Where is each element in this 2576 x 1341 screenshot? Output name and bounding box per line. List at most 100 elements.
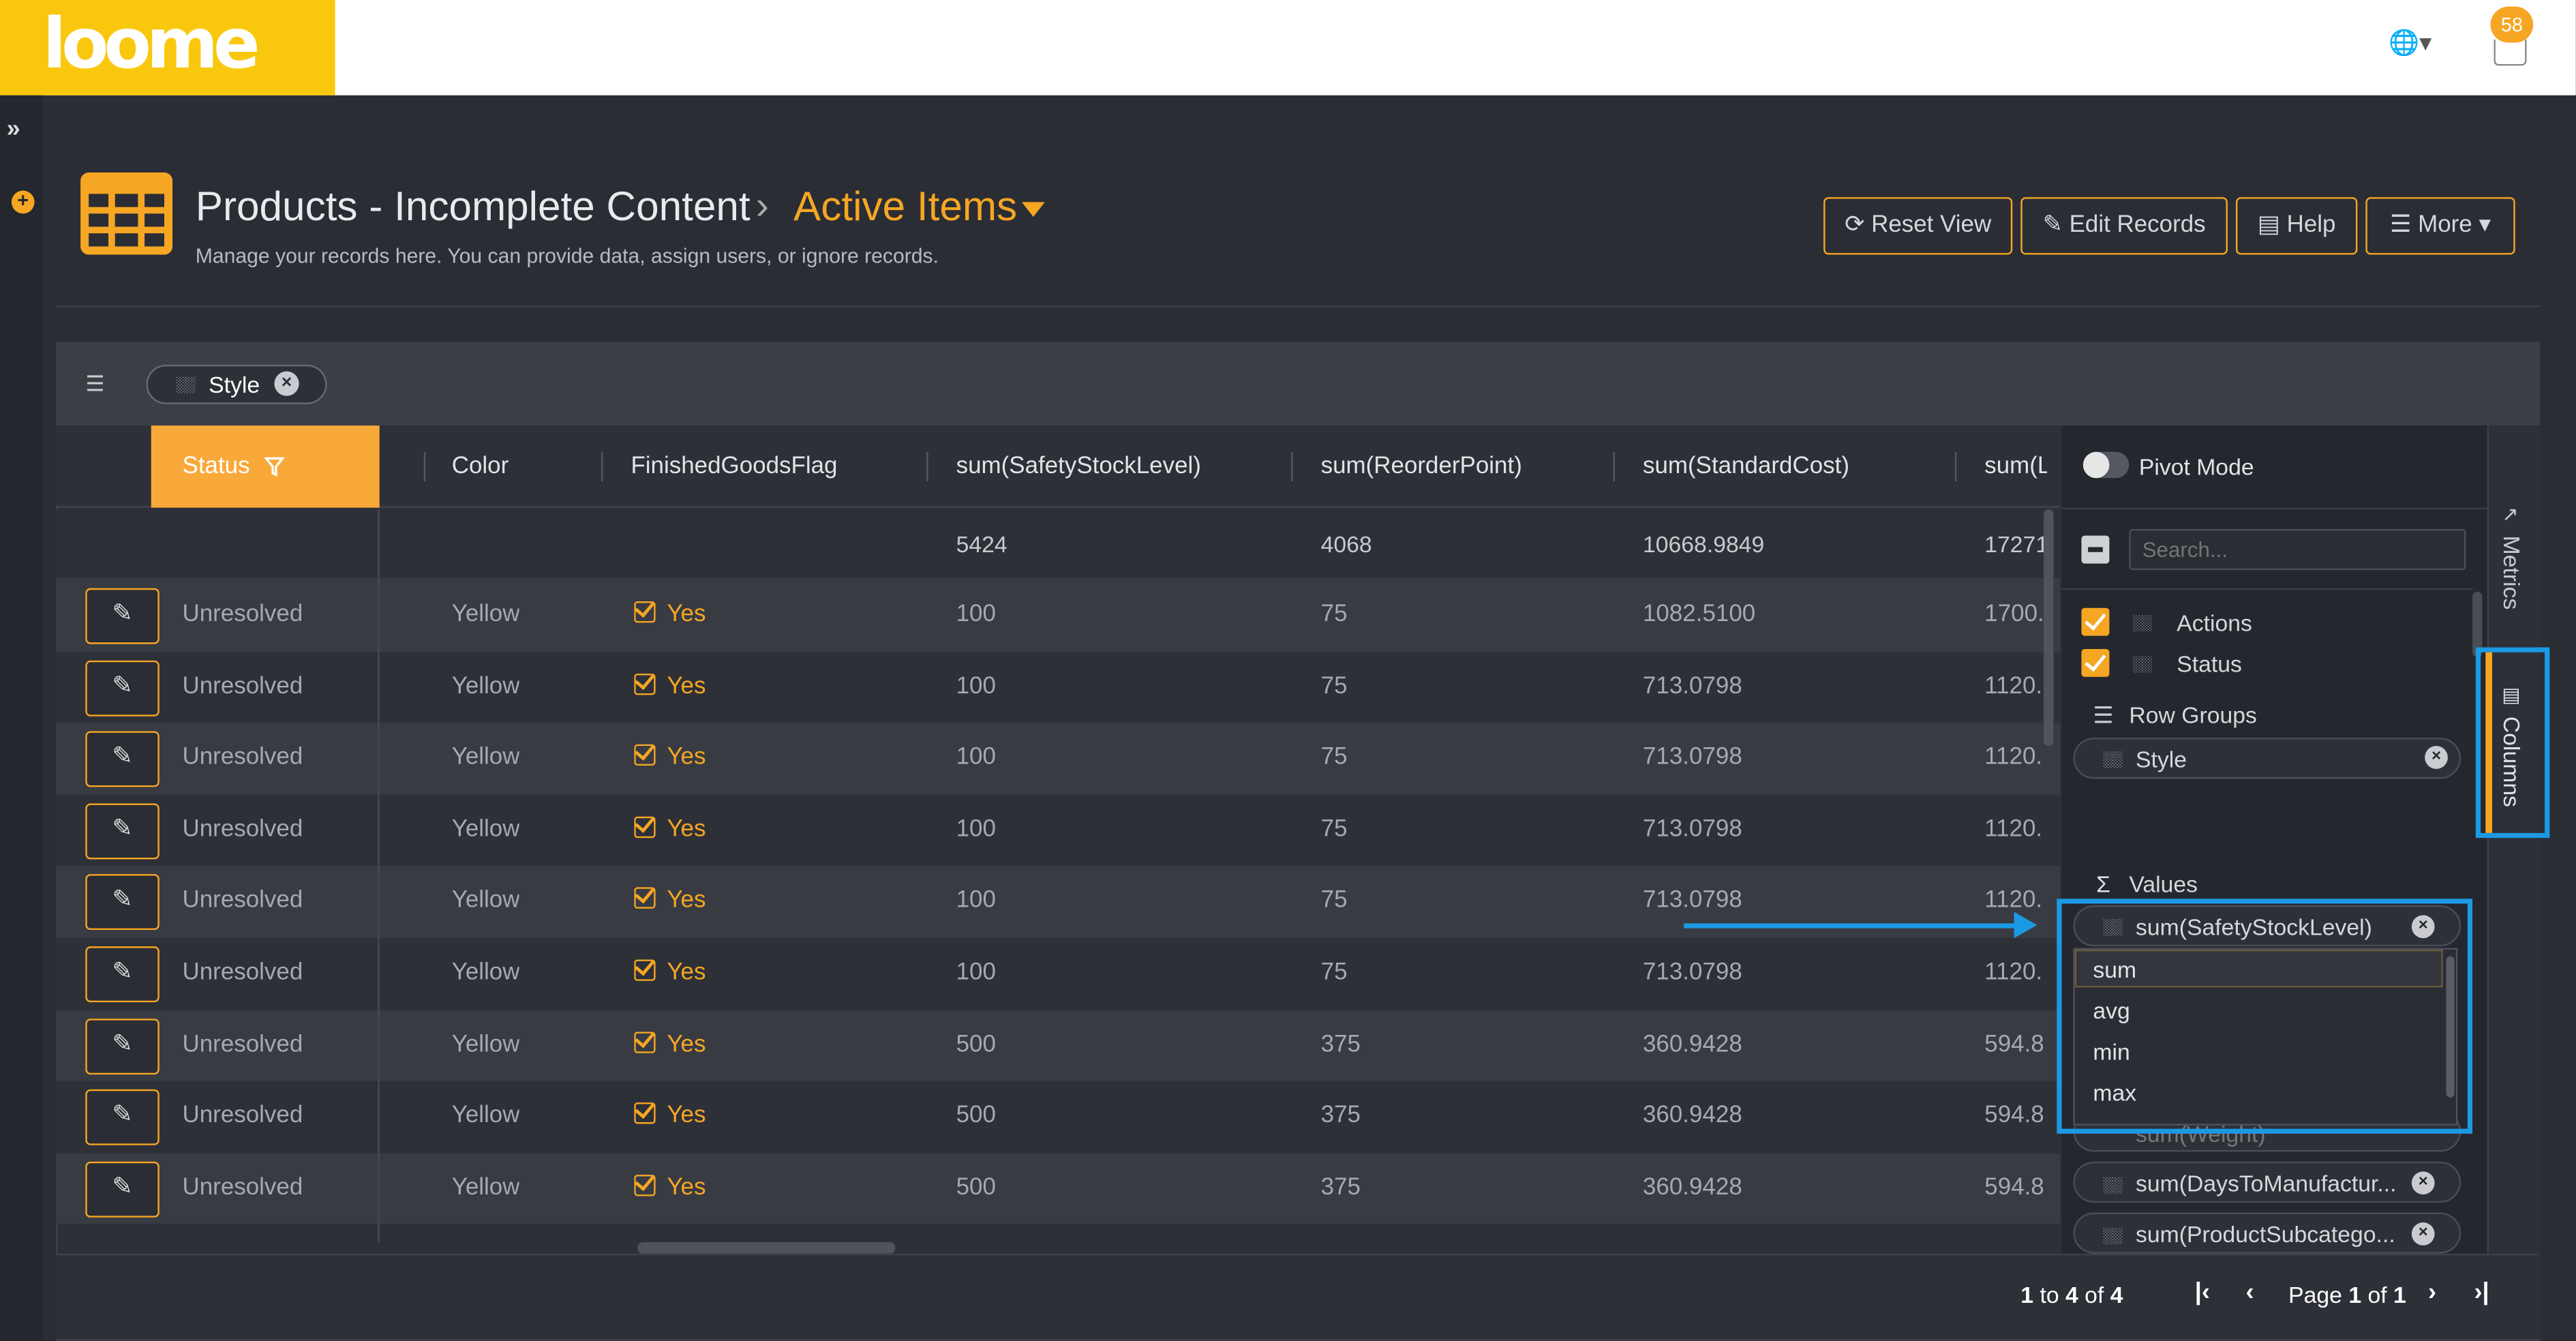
cell-listprice[interactable]: 594.8 [1984, 1081, 2047, 1153]
cell-finishedgoodsflag[interactable]: Yes [634, 723, 706, 795]
cell-listprice[interactable]: 1120. [1984, 795, 2047, 867]
column-header-color[interactable]: Color [452, 425, 509, 508]
remove-row-group-icon[interactable]: × [2425, 746, 2448, 769]
cell-status[interactable]: Unresolved [183, 938, 303, 1010]
pencil-icon[interactable]: ✎ [85, 1089, 159, 1145]
drag-handle-icon[interactable]: ░░ [2103, 751, 2122, 767]
language-globe-icon[interactable]: 🌐▾ [2389, 28, 2444, 64]
column-item-actions[interactable]: Actions [2177, 609, 2252, 636]
remove-group-icon[interactable]: × [274, 371, 299, 396]
column-checkbox-status[interactable] [2081, 648, 2110, 677]
reset-view-button[interactable]: ⟳ Reset View [1823, 197, 2013, 255]
cell-finishedgoodsflag[interactable]: Yes [634, 867, 706, 938]
cell-status[interactable]: Unresolved [183, 795, 303, 867]
chart-line-icon[interactable]: ↗ [2502, 502, 2525, 526]
pencil-icon[interactable]: ✎ [85, 660, 159, 716]
help-button[interactable]: ▤ Help [2236, 197, 2358, 255]
cell-finishedgoodsflag[interactable]: Yes [634, 580, 706, 652]
cell-color[interactable]: Yellow [452, 1081, 520, 1153]
cell-status[interactable]: Unresolved [183, 723, 303, 795]
cell-standardcost[interactable]: 713.0798 [1643, 652, 1742, 723]
cell-safetystocklevel[interactable]: 100 [956, 938, 996, 1010]
cell-reorderpoint[interactable]: 75 [1321, 723, 1348, 795]
cell-safetystocklevel[interactable]: 100 [956, 723, 996, 795]
cell-reorderpoint[interactable]: 375 [1321, 1153, 1361, 1224]
cell-safetystocklevel[interactable]: 500 [956, 1081, 996, 1153]
column-checkbox-actions[interactable] [2081, 607, 2110, 636]
cell-safetystocklevel[interactable]: 100 [956, 580, 996, 652]
caret-down-icon[interactable] [1022, 202, 1045, 217]
tab-metrics[interactable]: Metrics [2499, 536, 2526, 610]
grid-horizontal-scrollbar[interactable] [637, 1241, 896, 1254]
cell-standardcost[interactable]: 360.9428 [1643, 1153, 1742, 1224]
cell-reorderpoint[interactable]: 75 [1321, 938, 1348, 1010]
cell-finishedgoodsflag[interactable]: Yes [634, 1153, 706, 1224]
column-header-listprice[interactable]: sum(Li [1984, 425, 2047, 508]
cell-standardcost[interactable]: 1082.5100 [1643, 580, 1755, 652]
notification-count-badge[interactable]: 58 [2490, 6, 2534, 43]
cell-color[interactable]: Yellow [452, 867, 520, 938]
cell-reorderpoint[interactable]: 75 [1321, 867, 1348, 938]
pencil-icon[interactable]: ✎ [85, 588, 159, 644]
drag-handle-icon[interactable]: ░░ [2103, 1177, 2122, 1193]
column-header-standardcost[interactable]: sum(StandardCost) [1643, 425, 1849, 508]
pencil-icon[interactable]: ✎ [85, 946, 159, 1002]
grid-vertical-scrollbar[interactable] [2044, 509, 2054, 747]
edit-records-button[interactable]: ✎ Edit Records [2020, 197, 2228, 255]
cell-listprice[interactable]: 1120. [1984, 652, 2047, 723]
cell-standardcost[interactable]: 360.9428 [1643, 1081, 1742, 1153]
cell-finishedgoodsflag[interactable]: Yes [634, 795, 706, 867]
cell-standardcost[interactable]: 713.0798 [1643, 723, 1742, 795]
cell-listprice[interactable]: 594.8 [1984, 1010, 2047, 1081]
previous-page-icon[interactable]: ‹ [2245, 1278, 2254, 1306]
cell-status[interactable]: Unresolved [183, 867, 303, 938]
cell-safetystocklevel[interactable]: 100 [956, 795, 996, 867]
column-header-safetystocklevel[interactable]: sum(SafetyStockLevel) [956, 425, 1201, 508]
cell-standardcost[interactable]: 713.0798 [1643, 938, 1742, 1010]
next-page-icon[interactable]: › [2428, 1278, 2436, 1306]
column-header-reorderpoint[interactable]: sum(ReorderPoint) [1321, 425, 1522, 508]
cell-reorderpoint[interactable]: 75 [1321, 652, 1348, 723]
cell-status[interactable]: Unresolved [183, 1010, 303, 1081]
cell-listprice[interactable]: 1120. [1984, 723, 2047, 795]
column-resize-handle[interactable] [1954, 451, 1957, 482]
cell-listprice[interactable]: 594.8 [1984, 1153, 2047, 1224]
filter-icon[interactable] [264, 457, 284, 477]
view-selector[interactable]: Active Items [793, 184, 1017, 232]
column-resize-handle[interactable] [926, 451, 928, 482]
cell-finishedgoodsflag[interactable]: Yes [634, 1010, 706, 1081]
row-group-pill-style[interactable] [2073, 738, 2461, 779]
cell-finishedgoodsflag[interactable]: Yes [634, 652, 706, 723]
cell-color[interactable]: Yellow [452, 1010, 520, 1081]
cell-finishedgoodsflag[interactable]: Yes [634, 938, 706, 1010]
loome-logo[interactable]: loome [0, 0, 335, 95]
cell-color[interactable]: Yellow [452, 795, 520, 867]
cell-reorderpoint[interactable]: 75 [1321, 580, 1348, 652]
column-item-status[interactable]: Status [2177, 650, 2242, 677]
cell-finishedgoodsflag[interactable]: Yes [634, 1081, 706, 1153]
cell-safetystocklevel[interactable]: 100 [956, 652, 996, 723]
column-resize-handle[interactable] [423, 451, 426, 482]
column-resize-handle[interactable] [601, 451, 603, 482]
first-page-icon[interactable]: |‹ [2195, 1278, 2210, 1306]
cell-safetystocklevel[interactable]: 500 [956, 1010, 996, 1081]
notification-bell-icon[interactable] [2494, 39, 2527, 66]
cell-color[interactable]: Yellow [452, 938, 520, 1010]
cell-status[interactable]: Unresolved [183, 1081, 303, 1153]
cell-status[interactable]: Unresolved [183, 652, 303, 723]
add-icon[interactable]: + [11, 190, 35, 214]
cell-safetystocklevel[interactable]: 500 [956, 1153, 996, 1224]
cell-standardcost[interactable]: 713.0798 [1643, 795, 1742, 867]
cell-color[interactable]: Yellow [452, 1153, 520, 1224]
pencil-icon[interactable]: ✎ [85, 1161, 159, 1217]
more-button[interactable]: ☰ More ▾ [2365, 197, 2515, 255]
drag-handle-icon[interactable]: ░░ [2132, 656, 2151, 672]
column-search-input[interactable] [2129, 529, 2466, 571]
remove-value-icon[interactable]: × [2411, 1222, 2435, 1246]
drag-handle-icon[interactable]: ░░ [2103, 1227, 2122, 1244]
cell-reorderpoint[interactable]: 375 [1321, 1081, 1361, 1153]
pencil-icon[interactable]: ✎ [85, 1018, 159, 1074]
last-page-icon[interactable]: ›| [2474, 1278, 2489, 1306]
pencil-icon[interactable]: ✎ [85, 803, 159, 859]
column-header-finishedgoodsflag[interactable]: FinishedGoodsFlag [631, 425, 837, 508]
